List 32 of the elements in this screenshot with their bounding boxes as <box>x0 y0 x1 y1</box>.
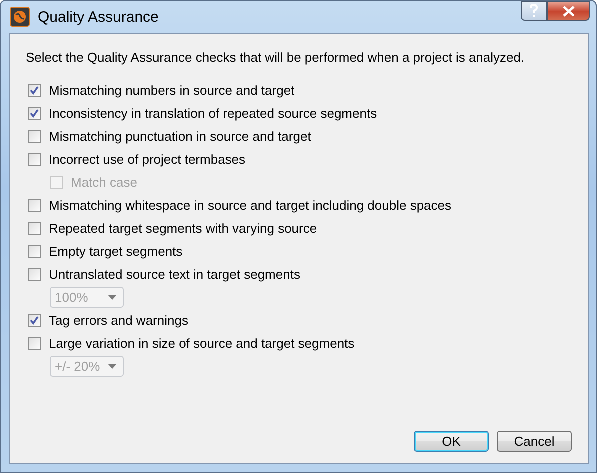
close-button[interactable] <box>547 1 590 21</box>
checkbox-label: Mismatching punctuation in source and target <box>49 129 312 144</box>
checkbox-label: Large variation in size of source and target segments <box>49 336 355 351</box>
cancel-button[interactable]: Cancel <box>497 431 572 452</box>
checkbox[interactable] <box>28 199 41 212</box>
help-button[interactable] <box>521 1 547 21</box>
checkbox[interactable] <box>28 84 41 97</box>
window-title: Quality Assurance <box>38 8 160 26</box>
checkbox-label: Incorrect use of project termbases <box>49 152 246 167</box>
checkbox[interactable] <box>28 130 41 143</box>
checkbox[interactable] <box>28 222 41 235</box>
ok-button[interactable]: OK <box>414 431 489 452</box>
checkbox-label: Untranslated source text in target segments <box>49 267 300 282</box>
checkbox-label: Tag errors and warnings <box>49 313 188 328</box>
checkbox[interactable] <box>28 314 41 327</box>
close-icon <box>562 6 574 16</box>
app-icon <box>10 7 30 27</box>
help-icon <box>529 4 539 18</box>
checkbox-label: Mismatching whitespace in source and target including double spaces <box>49 198 452 213</box>
checkbox-label: Repeated target segments with varying source <box>49 221 318 236</box>
checkbox[interactable] <box>28 268 41 281</box>
checkbox[interactable] <box>28 153 41 166</box>
checkbox-label: Match case <box>71 175 138 190</box>
caret-icon <box>108 295 117 300</box>
checkbox-label: Empty target segments <box>49 244 183 259</box>
instruction-text: Select the Quality Assurance checks that will be performed when a project is analyzed. <box>26 50 526 65</box>
caret-icon <box>108 364 117 369</box>
checkbox-label: Mismatching numbers in source and target <box>49 83 295 98</box>
checkbox[interactable] <box>28 245 41 258</box>
checkbox[interactable] <box>28 337 41 350</box>
checkbox-label: Inconsistency in translation of repeated source segments <box>49 106 378 121</box>
checkbox[interactable] <box>28 107 41 120</box>
